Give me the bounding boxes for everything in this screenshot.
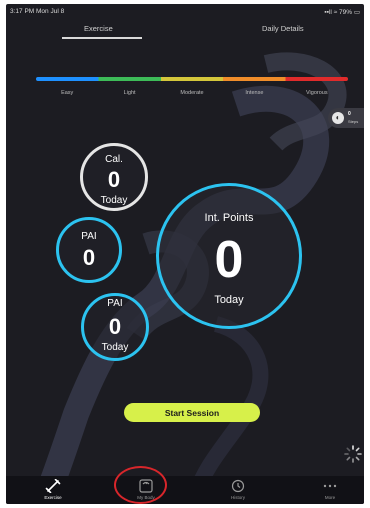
top-tabs: Exercise Daily Details — [6, 18, 364, 40]
start-session-button[interactable]: Start Session — [124, 403, 260, 422]
intensity-scale-labels: Easy Light Moderate Intense Vigorous — [36, 90, 348, 100]
steps-value: 0 — [348, 111, 351, 117]
pai-today-label: PAI — [107, 298, 123, 309]
dumbbell-icon — [45, 479, 61, 493]
history-icon — [231, 479, 245, 493]
nav-more-label: More — [324, 495, 336, 500]
pai-ring[interactable]: PAI 0 — [56, 217, 122, 283]
nav-history-label: History — [230, 495, 245, 500]
intensity-scale-bar — [36, 77, 348, 81]
status-bar: 3:17 PM Mon Jul 8 ▪▪ll ≈ 79% ▭ — [6, 4, 364, 18]
pai-value: 0 — [82, 245, 96, 270]
pai-today-value: 0 — [108, 314, 122, 339]
tab-daily-details[interactable]: Daily Details — [262, 24, 304, 33]
status-time: 3:17 PM Mon Jul 8 — [10, 8, 65, 15]
pai-label: PAI — [81, 231, 97, 242]
calories-label: Cal. — [105, 154, 123, 165]
calories-period: Today — [100, 195, 128, 206]
footprint-icon: ◐ — [332, 112, 344, 124]
int-points-period: Today — [214, 294, 244, 306]
my-body-highlight-annotation — [114, 466, 167, 504]
steps-unit: Steps — [348, 119, 359, 124]
nav-more[interactable]: More — [300, 476, 360, 504]
intensity-label-light: Light — [123, 90, 136, 96]
more-icon — [323, 484, 337, 488]
nav-exercise[interactable]: Exercise — [23, 476, 83, 504]
int-points-label: Int. Points — [204, 212, 254, 224]
app-screen: 3:17 PM Mon Jul 8 ▪▪ll ≈ 79% ▭ Exercise … — [6, 4, 364, 504]
intensity-points-ring[interactable]: Int. Points 0 Today — [156, 183, 302, 329]
bottom-navigation: Exercise My Body History More — [6, 476, 364, 504]
intensity-label-easy: Easy — [61, 90, 74, 96]
intensity-label-moderate: Moderate — [180, 90, 204, 96]
intensity-label-vigorous: Vigorous — [305, 90, 328, 96]
status-indicators: ▪▪ll ≈ 79% ▭ — [324, 9, 360, 16]
tab-exercise[interactable]: Exercise — [84, 24, 113, 33]
pai-today-period: Today — [101, 342, 129, 353]
calories-ring[interactable]: Cal. 0 Today — [80, 143, 148, 211]
nav-history[interactable]: History — [208, 476, 268, 504]
pai-today-ring[interactable]: PAI 0 Today — [81, 293, 149, 361]
nav-exercise-label: Exercise — [44, 495, 62, 500]
int-points-value: 0 — [214, 231, 244, 289]
loading-spinner-icon — [344, 445, 362, 463]
intensity-label-intense: Intense — [245, 90, 264, 96]
calories-value: 0 — [107, 167, 121, 192]
steps-badge[interactable]: ◐ 0 Steps — [328, 108, 364, 128]
active-tab-indicator — [62, 37, 142, 39]
